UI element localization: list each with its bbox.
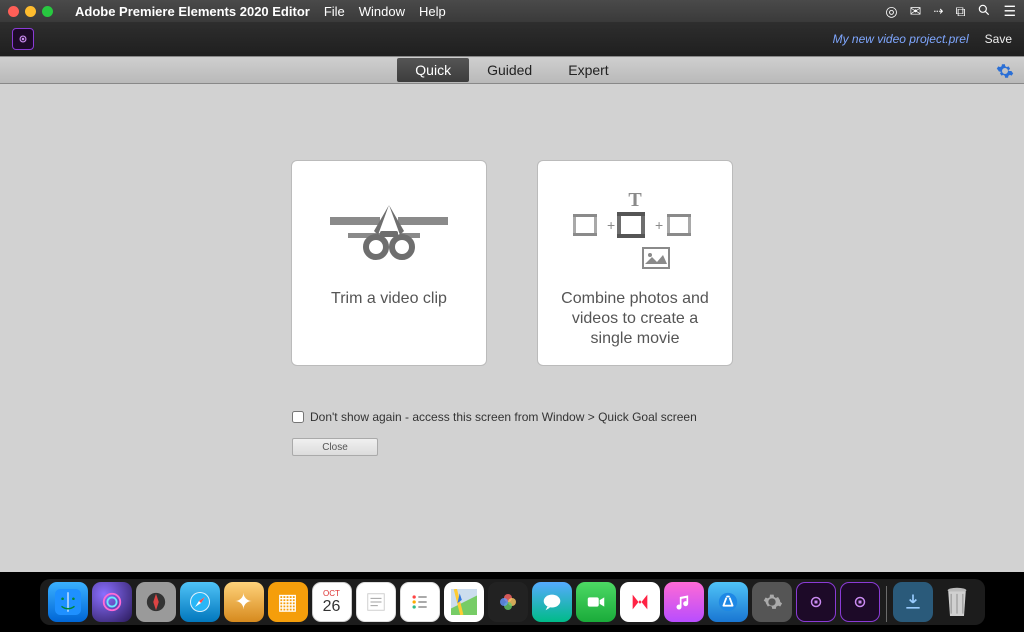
close-window-button[interactable] [8,6,19,17]
dont-show-again-checkbox[interactable] [292,411,304,423]
dock-maps-icon[interactable] [444,582,484,622]
dock-appstore-icon[interactable] [708,582,748,622]
minimize-window-button[interactable] [25,6,36,17]
menubar-status-icons: ◎ ✉ ⇢ ⧉ ☰ [885,3,1016,20]
workspace-tabs: Quick Guided Expert [0,56,1024,84]
close-button[interactable]: Close [292,438,378,456]
dock-facetime-icon[interactable] [576,582,616,622]
settings-gear-icon[interactable] [996,62,1014,85]
dock-app-1-icon[interactable]: ✦ [224,582,264,622]
dock-finder-icon[interactable] [48,582,88,622]
combine-media-icon: T + + [555,187,715,283]
svg-text:+: + [607,217,615,233]
dock-trash-icon[interactable] [937,582,977,622]
card-trim-title: Trim a video clip [331,289,447,309]
dont-show-again-label: Don't show again - access this screen fr… [310,410,697,424]
save-button[interactable]: Save [985,32,1012,46]
menu-file[interactable]: File [324,4,345,19]
tab-guided[interactable]: Guided [469,58,550,82]
menu-window[interactable]: Window [359,4,405,19]
dock-photos-icon[interactable] [488,582,528,622]
dock-notes-icon[interactable] [356,582,396,622]
calendar-day: 26 [323,598,341,616]
menubar-app-name[interactable]: Adobe Premiere Elements 2020 Editor [75,4,310,19]
dock-siri-icon[interactable] [92,582,132,622]
dock-safari-icon[interactable] [180,582,220,622]
dock-messages-icon[interactable] [532,582,572,622]
dock-calendar-icon[interactable]: OCT 26 [312,582,352,622]
messages-status-icon[interactable]: ✉ [910,3,922,20]
card-trim-video[interactable]: Trim a video clip [291,160,487,366]
card-combine-title: Combine photos and videos to create a si… [550,289,720,349]
dock-downloads-icon[interactable] [893,582,933,622]
tab-quick[interactable]: Quick [397,58,469,82]
svg-text:T: T [628,190,642,211]
dock-music-icon[interactable] [664,582,704,622]
creative-cloud-icon[interactable]: ◎ [885,3,897,20]
fullscreen-window-button[interactable] [42,6,53,17]
bluetooth-icon[interactable]: ⇢ [933,4,943,18]
svg-text:+: + [655,217,663,233]
window-controls [8,6,53,17]
dock-premiere-elements-2-icon[interactable] [840,582,880,622]
dock-preferences-icon[interactable] [752,582,792,622]
screen-mirror-icon[interactable]: ⧉ [955,3,965,20]
app-toolbar: My new video project.prel Save [0,22,1024,56]
dock-news-icon[interactable] [620,582,660,622]
card-combine-media[interactable]: T + + Combine photos and videos to creat… [537,160,733,366]
dock-separator [886,586,887,622]
tab-expert[interactable]: Expert [550,58,626,82]
macos-menubar: Adobe Premiere Elements 2020 Editor File… [0,0,1024,22]
dock-premiere-elements-1-icon[interactable] [796,582,836,622]
dont-show-again-row[interactable]: Don't show again - access this screen fr… [292,410,697,424]
calendar-month: OCT [323,589,340,598]
scissors-trim-icon [324,187,454,283]
menu-help[interactable]: Help [419,4,446,19]
control-center-icon[interactable]: ☰ [1003,3,1016,20]
dock-app-2-icon[interactable]: ▦ [268,582,308,622]
quick-goal-screen: Trim a video clip T + + Combi [0,84,1024,572]
spotlight-icon[interactable] [977,3,991,20]
dock-reminders-icon[interactable] [400,582,440,622]
macos-dock: ✦ ▦ OCT 26 [40,579,985,625]
dock-launchpad-icon[interactable] [136,582,176,622]
app-logo-icon[interactable] [12,28,34,50]
project-filename[interactable]: My new video project.prel [833,32,969,46]
macos-dock-area: ✦ ▦ OCT 26 [0,572,1024,632]
